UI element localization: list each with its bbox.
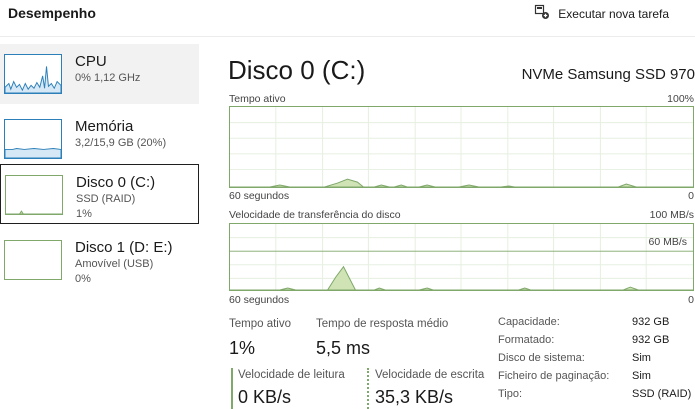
property-value: Sim [632, 352, 651, 364]
write-speed-stat-label: Velocidade de escrita [375, 369, 485, 381]
active-time-graph-max: 100% [667, 93, 694, 105]
sidebar-item-cpu[interactable]: CPU 0% 1,12 GHz [0, 44, 199, 104]
sidebar-item-label: Memória [75, 118, 134, 135]
sidebar-item-disk1[interactable]: Disco 1 (D: E:) Amovível (USB) 0% [0, 230, 199, 290]
disk1-thumbnail-graph [4, 240, 62, 280]
sidebar-item-usage: 0% [75, 273, 91, 285]
active-time-graph-timespan: 60 segundos [229, 190, 290, 202]
write-speed-stat-value: 35,3 KB/s [375, 387, 454, 407]
transfer-rate-graph-max: 100 MB/s [649, 209, 694, 221]
write-speed-legend-bar [367, 368, 369, 409]
transfer-rate-graph: 60 MB/s [229, 223, 694, 291]
property-row: Disco de sistema: Sim [498, 352, 694, 370]
sidebar-item-detail: 3,2/15,9 GB (20%) [75, 137, 167, 149]
disk0-thumbnail-graph [5, 175, 63, 215]
read-speed-stat-value: 0 KB/s [238, 387, 292, 407]
sidebar-item-disk0[interactable]: Disco 0 (C:) SSD (RAID) 1% [0, 164, 199, 224]
new-task-icon [534, 4, 550, 23]
sidebar-item-usage: 1% [76, 208, 92, 220]
property-row: Ficheiro de paginação: Sim [498, 370, 694, 388]
property-row: Tipo: SSD (RAID) [498, 388, 694, 406]
transfer-rate-graph-label: Velocidade de transferência do disco [229, 209, 401, 221]
page-title: Desempenho [8, 5, 96, 21]
read-speed-legend-bar [231, 368, 233, 409]
property-row: Formatado: 932 GB [498, 334, 694, 352]
sidebar-item-label: CPU [75, 53, 107, 70]
run-new-task-button[interactable]: Executar nova tarefa [534, 4, 669, 23]
response-time-stat-value: 5,5 ms [316, 338, 371, 358]
property-value: 932 GB [632, 316, 670, 328]
sidebar-item-detail: Amovível (USB) [75, 258, 154, 270]
device-model: NVMe Samsung SSD 970 [521, 66, 695, 83]
transfer-rate-graph-timespan: 60 segundos [229, 294, 290, 306]
property-value: Sim [632, 370, 651, 382]
sidebar-item-detail: SSD (RAID) [76, 193, 136, 205]
property-row: Capacidade: 932 GB [498, 316, 694, 334]
sidebar-item-memory[interactable]: Memória 3,2/15,9 GB (20%) [0, 109, 199, 169]
active-time-graph-label: Tempo ativo [229, 93, 286, 105]
sidebar-item-label: Disco 1 (D: E:) [75, 239, 173, 256]
transfer-rate-graph-min: 0 [688, 294, 694, 306]
disk-title: Disco 0 (C:) [228, 55, 366, 85]
property-key: Capacidade: [498, 316, 560, 328]
transfer-rate-scale-line-label: 60 MB/s [648, 236, 687, 248]
active-time-graph [229, 106, 694, 188]
property-key: Disco de sistema: [498, 352, 585, 364]
property-key: Formatado: [498, 334, 555, 346]
cpu-thumbnail-graph [4, 54, 62, 94]
memory-thumbnail-graph [4, 119, 62, 159]
active-time-stat-value: 1% [229, 338, 256, 358]
property-value: 932 GB [632, 334, 670, 346]
run-new-task-label: Executar nova tarefa [558, 6, 669, 21]
property-key: Ficheiro de paginação: [498, 370, 610, 382]
sidebar-item-detail: 0% 1,12 GHz [75, 72, 141, 84]
property-key: Tipo: [498, 388, 523, 400]
property-value: SSD (RAID) [632, 388, 692, 400]
header: Desempenho Executar nova tarefa [0, 0, 695, 37]
active-time-graph-min: 0 [688, 190, 694, 202]
sidebar-item-label: Disco 0 (C:) [76, 174, 156, 191]
read-speed-stat-label: Velocidade de leitura [238, 369, 345, 381]
active-time-stat-label: Tempo ativo [229, 318, 292, 330]
response-time-stat-label: Tempo de resposta médio [316, 318, 449, 330]
